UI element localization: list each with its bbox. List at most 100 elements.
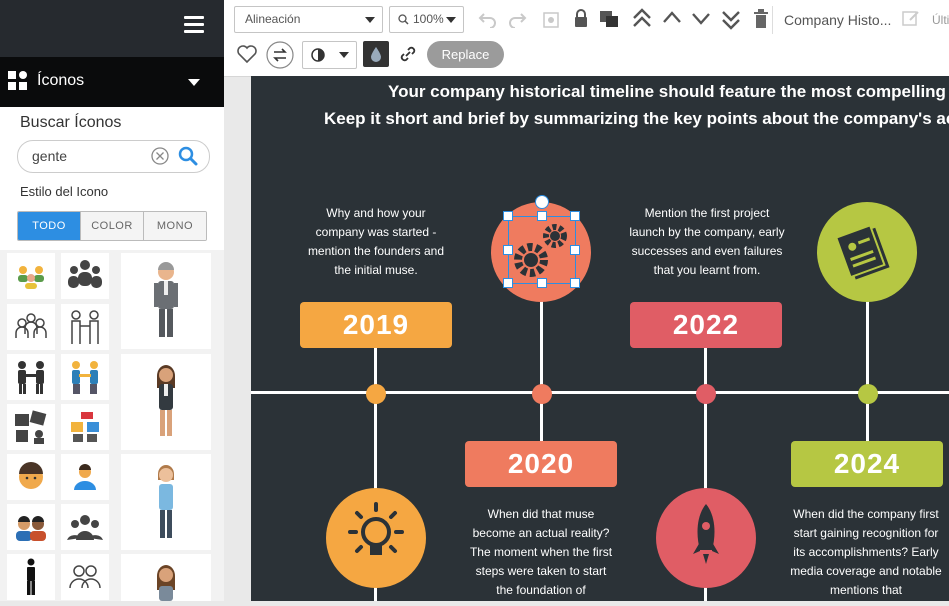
chevron-down-icon[interactable] xyxy=(188,79,200,86)
resize-handle[interactable] xyxy=(537,278,547,288)
trash-icon[interactable] xyxy=(753,9,769,29)
rotate-handle-icon[interactable] xyxy=(535,195,549,209)
search-title: Buscar Íconos xyxy=(20,114,122,131)
send-backward-icon[interactable] xyxy=(691,12,711,26)
woman-figure-icon[interactable] xyxy=(121,554,211,601)
editor-toolbar: Alineación 100% Company Histo... Últi Re… xyxy=(224,0,949,77)
alignment-label: Alineación xyxy=(245,12,301,26)
resize-handle[interactable] xyxy=(503,211,513,221)
bring-to-front-icon[interactable] xyxy=(632,8,652,30)
year-badge-2020[interactable]: 2020 xyxy=(465,441,617,487)
two-users-outline-icon[interactable] xyxy=(61,554,109,600)
idea-circle-2019[interactable] xyxy=(326,488,426,588)
timeline-dot-2022[interactable] xyxy=(696,384,716,404)
resize-handle[interactable] xyxy=(503,278,513,288)
style-tab-color[interactable]: COLOR xyxy=(80,212,143,240)
people-group-icon[interactable] xyxy=(7,253,55,299)
favorite-heart-icon[interactable] xyxy=(236,44,258,64)
icon-style-toggle: TODO COLOR MONO xyxy=(17,211,207,241)
chevron-down-icon xyxy=(365,17,375,23)
event-2019-text[interactable]: Why and how your company was started - m… xyxy=(306,204,446,280)
redo-icon[interactable] xyxy=(507,10,527,28)
timeline-dot-2020[interactable] xyxy=(532,384,552,404)
timeline-dot-2019[interactable] xyxy=(366,384,386,404)
event-2020-text[interactable]: When did that muse become an actual real… xyxy=(467,505,615,600)
newspaper-icon xyxy=(834,224,890,280)
two-people-icon[interactable] xyxy=(7,504,55,550)
icons-section-header[interactable]: Íconos xyxy=(0,57,224,107)
last-saved-label: Últim xyxy=(932,13,949,27)
style-tab-all[interactable]: TODO xyxy=(18,212,80,240)
handshake-people-icon[interactable] xyxy=(7,354,55,400)
businesswoman-figure-icon[interactable] xyxy=(121,354,211,450)
year-badge-2019[interactable]: 2019 xyxy=(300,302,452,348)
chevron-down-icon xyxy=(339,52,349,58)
intro-line-1[interactable]: Your company historical timeline should … xyxy=(388,82,949,102)
selection-box[interactable] xyxy=(508,216,576,284)
style-tab-mono[interactable]: MONO xyxy=(143,212,206,240)
lightbulb-icon xyxy=(348,502,404,555)
rocket-icon xyxy=(693,504,719,564)
rocket-circle-2022[interactable] xyxy=(656,488,756,588)
swap-icon[interactable] xyxy=(266,41,294,69)
zoom-icon xyxy=(398,14,409,25)
clear-search-icon[interactable] xyxy=(151,147,169,165)
standing-person-icon[interactable] xyxy=(7,554,55,600)
link-icon[interactable] xyxy=(399,45,417,63)
event-2024-text[interactable]: When did the company first start gaining… xyxy=(786,505,946,600)
lock-icon[interactable] xyxy=(573,8,589,28)
zoom-dropdown[interactable]: 100% xyxy=(389,6,464,33)
color-fill-button[interactable] xyxy=(363,41,389,67)
chevron-down-icon xyxy=(446,17,456,23)
person-face-icon[interactable] xyxy=(7,454,55,500)
connector-2020 xyxy=(540,284,543,448)
resize-handle[interactable] xyxy=(503,245,513,255)
contrast-dropdown[interactable] xyxy=(302,41,357,69)
sidebar-header xyxy=(0,0,224,57)
year-badge-2022[interactable]: 2022 xyxy=(630,302,782,348)
bring-forward-icon[interactable] xyxy=(662,10,682,24)
event-2022-text[interactable]: Mention the first project launch by the … xyxy=(627,204,787,280)
search-input[interactable] xyxy=(30,147,149,165)
send-to-back-icon[interactable] xyxy=(721,8,741,30)
intro-line-2[interactable]: Keep it short and brief by summarizing t… xyxy=(324,109,949,129)
design-canvas[interactable]: Your company historical timeline should … xyxy=(251,76,949,601)
crowd-icon[interactable] xyxy=(61,253,109,299)
search-box xyxy=(17,140,210,173)
resize-handle[interactable] xyxy=(570,278,580,288)
handshake-color-icon[interactable] xyxy=(61,354,109,400)
hamburger-menu-icon[interactable] xyxy=(184,16,204,34)
year-badge-2024[interactable]: 2024 xyxy=(791,441,943,487)
droplet-icon xyxy=(371,47,381,62)
undo-icon[interactable] xyxy=(478,10,498,28)
news-circle-2024[interactable] xyxy=(817,202,917,302)
zoom-label: 100% xyxy=(413,12,444,26)
team-puzzle-icon[interactable] xyxy=(61,404,109,450)
resize-handle[interactable] xyxy=(537,211,547,221)
puzzle-people-icon[interactable] xyxy=(7,404,55,450)
search-icon[interactable] xyxy=(178,146,198,166)
icon-style-title: Estilo del Icono xyxy=(20,184,109,199)
group-select-icon[interactable] xyxy=(542,10,560,30)
resize-handle[interactable] xyxy=(570,245,580,255)
connector-2024 xyxy=(866,284,869,448)
edit-title-icon[interactable] xyxy=(902,9,920,27)
woman-glasses-figure-icon[interactable] xyxy=(121,454,211,550)
person-avatar-icon[interactable] xyxy=(61,454,109,500)
shapes-icon xyxy=(8,71,27,90)
resize-handle[interactable] xyxy=(570,211,580,221)
alignment-dropdown[interactable]: Alineación xyxy=(234,6,383,33)
section-label: Íconos xyxy=(37,72,85,89)
document-title[interactable]: Company Histo... xyxy=(784,12,891,28)
sidebar: Íconos Buscar Íconos Estilo del Icono TO… xyxy=(0,0,224,601)
toolbar-divider xyxy=(772,6,773,34)
group-users-icon[interactable] xyxy=(61,504,109,550)
handshake-outline-icon[interactable] xyxy=(61,304,109,350)
timeline-dot-2024[interactable] xyxy=(858,384,878,404)
replace-button[interactable]: Replace xyxy=(427,41,504,68)
duplicate-icon[interactable] xyxy=(599,10,619,28)
timeline-axis xyxy=(251,391,949,394)
contrast-icon xyxy=(311,48,325,62)
businessman-figure-icon[interactable] xyxy=(121,253,211,349)
group-outline-icon[interactable] xyxy=(7,304,55,350)
